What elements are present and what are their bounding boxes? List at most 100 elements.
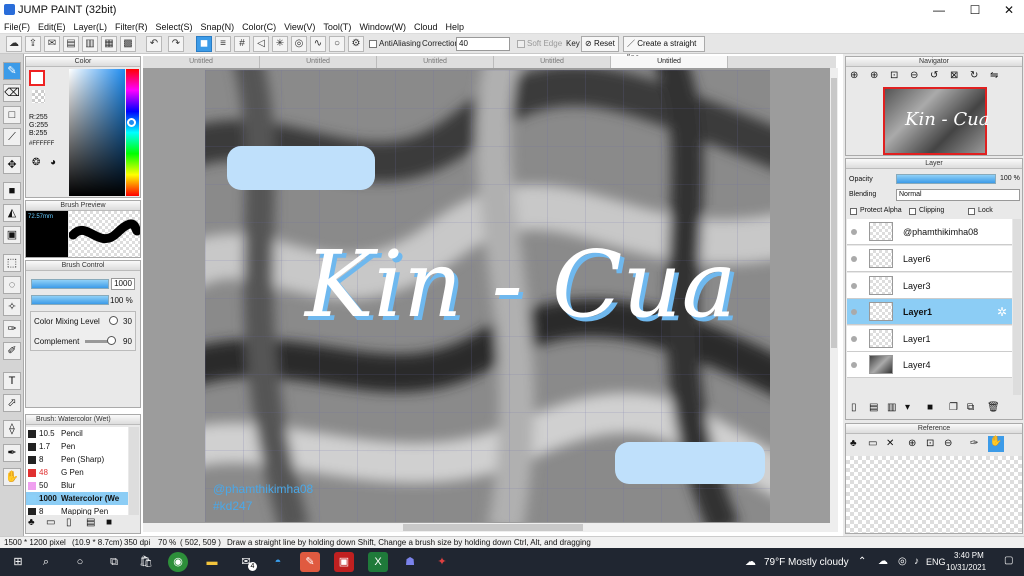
layout-icon[interactable]: ▦ (101, 36, 117, 52)
brush-copy-icon[interactable]: ▤ (86, 517, 95, 528)
soft-edge-checkbox[interactable] (517, 40, 525, 48)
saturation-picker[interactable] (69, 69, 125, 196)
magic-wand-tool-icon[interactable]: ✧ (3, 298, 21, 316)
complement-knob[interactable] (107, 336, 116, 345)
perspective-icon[interactable]: ◁ (253, 36, 269, 52)
page-icon[interactable]: ▥ (82, 36, 98, 52)
layer-folder-icon[interactable]: ■ (927, 402, 933, 413)
menu-color[interactable]: Color(C) (238, 20, 280, 34)
brush-size-input[interactable]: 1000 (111, 278, 135, 290)
bucket-tool-icon[interactable]: ◭ (3, 204, 21, 222)
layer-row-selected[interactable]: Layer1 ✲ (847, 299, 1012, 325)
network-icon[interactable]: ◎ (898, 556, 907, 567)
chrome-icon[interactable]: ◉ (168, 552, 188, 572)
maximize-button[interactable]: ☐ (958, 0, 992, 20)
layer-row[interactable]: @phamthikimha08 (847, 219, 1012, 245)
antialiasing-checkbox[interactable] (369, 40, 377, 48)
fill-rect-tool-icon[interactable]: ■ (3, 182, 21, 200)
rotate-left-icon[interactable]: ↺ (930, 70, 938, 81)
new-layer-icon[interactable]: ▯ (851, 402, 857, 413)
notification-icon[interactable]: ▢ (1004, 555, 1013, 566)
duplicate-layer-icon[interactable]: ❐ (949, 402, 958, 413)
lasso-tool-icon[interactable]: ◌ (3, 276, 21, 294)
curve-icon[interactable]: ∿ (310, 36, 326, 52)
layer-row[interactable]: Layer1 (847, 326, 1012, 352)
canvas-horizontal-scrollbar[interactable] (143, 523, 838, 532)
tab-untitled-3[interactable]: Untitled (377, 56, 494, 68)
mail-icon[interactable]: ✉ 4 (236, 552, 257, 572)
reference-open-icon[interactable]: ▭ (868, 438, 877, 449)
eye-icon[interactable] (851, 229, 857, 235)
layer-row[interactable]: Layer6 (847, 246, 1012, 272)
reference-zoom-out-icon[interactable]: ⊖ (944, 438, 952, 449)
eye-icon[interactable] (851, 362, 857, 368)
lock-checkbox[interactable] (968, 208, 975, 215)
fit-icon[interactable]: ⊡ (890, 70, 898, 81)
rotate-right-icon[interactable]: ↻ (970, 70, 978, 81)
settings-icon[interactable]: ⚙ (348, 36, 364, 52)
clock-date[interactable]: 10/31/2021 (946, 563, 986, 572)
delete-layer-icon[interactable]: 🗑 (987, 402, 1000, 413)
reference-zoom-in-icon[interactable]: ⊕ (908, 438, 916, 449)
hue-handle[interactable] (127, 118, 136, 127)
clock-time[interactable]: 3:40 PM (954, 551, 984, 560)
select-pen-tool-icon[interactable]: ✑ (3, 320, 21, 338)
reference-settings-icon[interactable]: ♣ (850, 438, 857, 449)
canvas-vertical-scrollbar[interactable] (830, 68, 838, 523)
weather-text[interactable]: 79°F Mostly cloudy (764, 557, 849, 568)
news-app-icon[interactable]: ▣ (334, 552, 354, 572)
undo-icon[interactable]: ↶ (146, 36, 162, 52)
menu-view[interactable]: View(V) (280, 20, 319, 34)
comment-icon[interactable]: ✉ (44, 36, 60, 52)
minimize-button[interactable]: — (922, 0, 956, 20)
text-tool-icon[interactable]: T (3, 372, 21, 390)
menu-select[interactable]: Select(S) (152, 20, 197, 34)
reset-button[interactable]: ⊘ Reset (581, 36, 619, 52)
palette-icon[interactable]: ❂ (32, 157, 40, 168)
menu-window[interactable]: Window(W) (355, 20, 410, 34)
eye-icon[interactable] (851, 336, 857, 342)
windows-start-icon[interactable]: ⊞ (8, 552, 28, 572)
brush-size-slider[interactable] (31, 279, 109, 289)
brush-list-item[interactable]: 10.5 Pencil (26, 427, 128, 440)
brush-list-item[interactable]: 1.7 Pen (26, 440, 128, 453)
tray-chevron-icon[interactable]: ⌃ (858, 556, 866, 567)
eye-icon[interactable] (851, 283, 857, 289)
actual-size-icon[interactable]: ⊠ (950, 70, 958, 81)
store-icon[interactable]: 🛍 (136, 552, 156, 572)
menu-tool[interactable]: Tool(T) (319, 20, 355, 34)
tab-untitled-active[interactable]: Untitled (611, 56, 728, 68)
eraser-tool-icon[interactable]: ⌫ (3, 84, 21, 102)
concentric-icon[interactable]: ◎ (291, 36, 307, 52)
transparent-color-swatch[interactable] (32, 90, 45, 103)
straight-line-button[interactable]: ／ Create a straight line (623, 36, 705, 62)
select-rect-tool-icon[interactable]: ⬚ (3, 254, 21, 272)
language-indicator[interactable]: ENG (926, 557, 946, 567)
cloud-icon[interactable]: ☁ (6, 36, 22, 52)
reference-fit-icon[interactable]: ⊡ (926, 438, 934, 449)
layer-settings-icon[interactable]: ✲ (997, 305, 1007, 319)
brush-settings-icon[interactable]: ♣ (28, 517, 35, 528)
eye-icon[interactable] (851, 309, 857, 315)
cloud-tray-icon[interactable]: ☁ (878, 556, 888, 567)
merge-layer-icon[interactable]: ⧉ (967, 402, 974, 413)
menu-cloud[interactable]: Cloud (410, 20, 442, 34)
flip-icon[interactable]: ⇋ (990, 70, 998, 81)
jump-paint-taskbar-icon[interactable]: ✎ (300, 552, 320, 572)
file-explorer-icon[interactable]: ▬ (202, 552, 222, 572)
excel-icon[interactable]: X (368, 552, 388, 572)
hatch-icon[interactable]: ≡ (215, 36, 231, 52)
task-view-icon[interactable]: ○ (70, 552, 90, 572)
correction-input[interactable]: 40 (456, 37, 510, 51)
menu-help[interactable]: Help (441, 20, 468, 34)
brush-list-scrollbar[interactable] (129, 427, 139, 515)
menu-file[interactable]: File(F) (0, 20, 34, 34)
brush-list-item[interactable]: 50 Blur (26, 479, 128, 492)
menu-filter[interactable]: Filter(R) (111, 20, 152, 34)
layer-list-scrollbar[interactable] (1013, 219, 1021, 395)
select-eraser-tool-icon[interactable]: ✐ (3, 342, 21, 360)
vertical-scroll-thumb[interactable] (831, 78, 837, 348)
menu-snap[interactable]: Snap(N) (197, 20, 239, 34)
protect-alpha-checkbox[interactable] (850, 208, 857, 215)
eyedrop-icon[interactable]: ◕ (50, 157, 56, 168)
